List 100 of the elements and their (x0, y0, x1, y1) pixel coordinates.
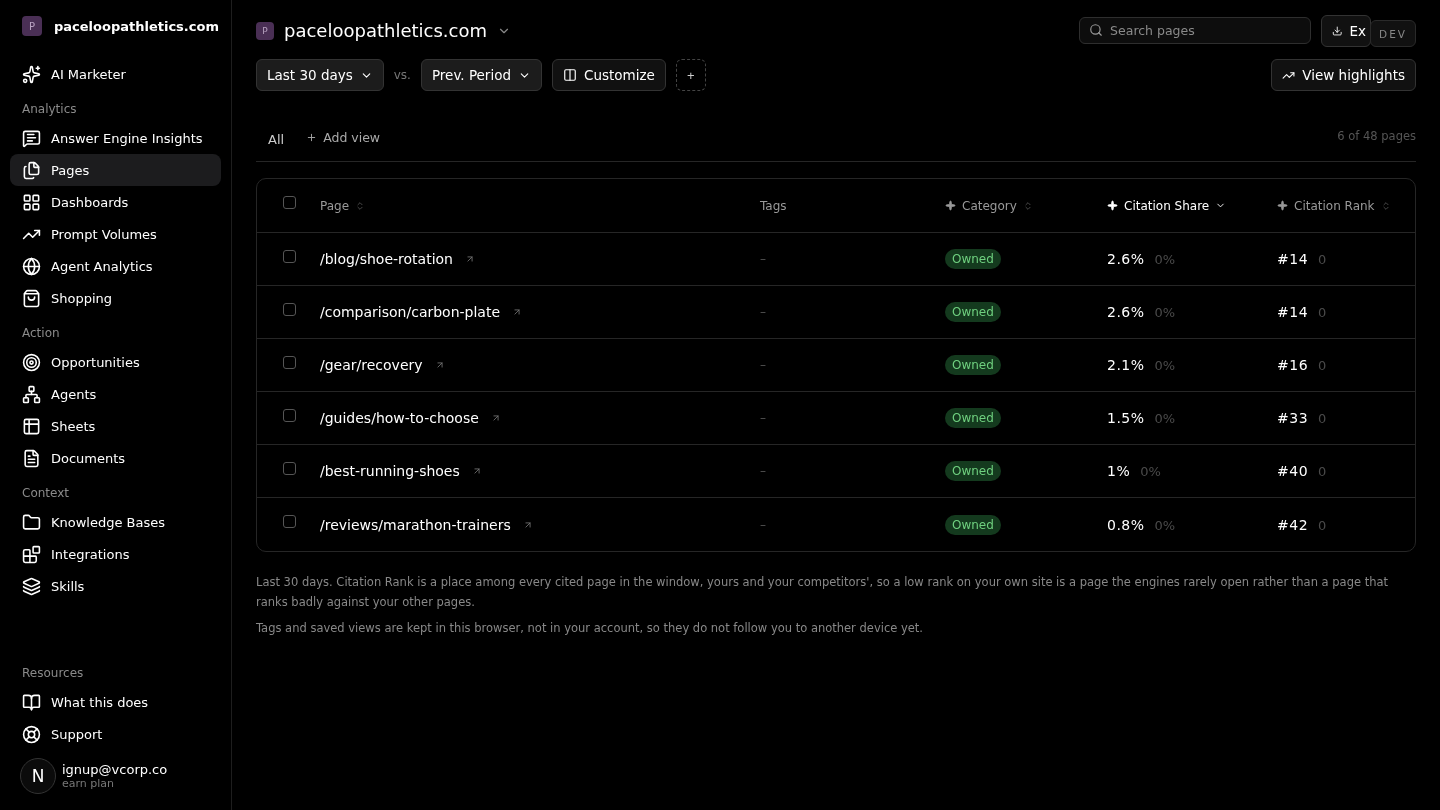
nav-item[interactable]: What this does (10, 686, 221, 718)
section-title: Context (21, 486, 70, 500)
rank-change: 0 (1318, 464, 1327, 479)
nav-item[interactable]: Integrations (10, 538, 221, 570)
files-icon (22, 160, 41, 180)
page-count: 6 of 48 pages (1337, 129, 1416, 143)
column-header[interactable]: Page (320, 198, 366, 213)
external-link-icon (464, 254, 475, 264)
citation-rank: #16 (1277, 357, 1309, 373)
row-checkbox[interactable] (283, 408, 296, 422)
plus-icon (306, 132, 318, 143)
row-checkbox[interactable] (283, 249, 296, 263)
export-button[interactable]: Ex (1321, 14, 1372, 47)
row-checkbox[interactable] (283, 302, 296, 316)
nav-item[interactable]: Shopping (10, 282, 221, 314)
columns-icon (563, 68, 577, 82)
nav-item[interactable]: Knowledge Bases (10, 506, 221, 538)
citation-share: 1% (1107, 463, 1131, 479)
document-icon (22, 448, 41, 468)
nav-item[interactable]: Agents (10, 378, 221, 410)
search-icon (1089, 23, 1104, 37)
tags-cell: – (760, 252, 766, 266)
nav-item[interactable]: Opportunities (10, 346, 221, 378)
add-view-button[interactable]: Add view (306, 130, 381, 145)
column-header[interactable]: Tags (760, 198, 787, 213)
column-header[interactable]: Citation Rank (1277, 198, 1391, 213)
period-dropdown[interactable]: Last 30 days (256, 59, 384, 91)
sort-icon (1022, 200, 1033, 211)
share-change: 0% (1154, 411, 1176, 426)
compare-dropdown[interactable]: Prev. Period (420, 59, 542, 91)
share-change: 0% (1154, 358, 1176, 373)
vs-label: vs. (393, 68, 411, 82)
sparkle-icon (1107, 200, 1118, 211)
page-link[interactable]: /guides/how-to-choose (320, 410, 501, 426)
tags-cell: – (760, 411, 766, 425)
row-checkbox[interactable] (283, 461, 296, 475)
table-icon (22, 416, 41, 436)
nav-item[interactable]: Answer Engine Insights (10, 122, 221, 154)
sort-icon (355, 200, 366, 211)
site-name[interactable]: paceloopathletics.com (284, 20, 487, 41)
share-change: 0% (1154, 517, 1176, 533)
sparkle-icon (1277, 200, 1288, 211)
section-title: Resources (21, 666, 85, 680)
rank-change: 0 (1318, 305, 1327, 320)
dev-badge[interactable]: DEV (1370, 20, 1416, 47)
row-checkbox[interactable] (283, 515, 296, 528)
share-change: 0% (1140, 464, 1161, 479)
workspace-name[interactable]: paceloopathletics.com (54, 18, 219, 34)
view-tab[interactable]: All (268, 132, 285, 147)
page-link[interactable]: /reviews/marathon-trainers (320, 516, 533, 533)
nav-item[interactable]: Skills (10, 570, 221, 602)
nav-item[interactable]: Support (10, 718, 221, 750)
rank-change: 0 (1318, 252, 1327, 267)
select-all-checkbox[interactable] (283, 196, 296, 209)
category-tag: Owned (945, 514, 1001, 535)
chat-icon (22, 128, 41, 148)
sparkles-icon (22, 64, 41, 84)
citation-share: 2.6% (1107, 304, 1145, 320)
sort-icon (1380, 200, 1391, 211)
customize-button[interactable]: Customize (552, 59, 666, 91)
category-tag: Owned (945, 249, 1001, 269)
target-icon (22, 352, 41, 372)
page-link[interactable]: /blog/shoe-rotation (320, 251, 475, 267)
nav-item[interactable]: Pages (10, 154, 221, 186)
grid-icon (22, 192, 41, 212)
avatar[interactable]: N (20, 758, 56, 794)
citation-rank: #14 (1277, 304, 1309, 320)
page-link[interactable]: /gear/recovery (320, 357, 445, 373)
highlights-button[interactable]: View highlights (1271, 59, 1416, 91)
nav-item[interactable]: Sheets (10, 410, 221, 442)
category-tag: Owned (945, 302, 1001, 322)
nav-item[interactable]: Agent Analytics (10, 250, 221, 282)
footnote: Last 30 days. Citation Rank is a place among every cited page in the window, yours and your competitors', so a low rank on your own site is a page the engines rarely open rather than a page that ranks badly against your other pages. (256, 574, 1390, 611)
folder-icon (22, 512, 41, 532)
lifebuoy-icon (22, 724, 41, 744)
page-link[interactable]: /best-running-shoes (320, 463, 482, 479)
tags-cell: – (760, 305, 766, 319)
nav-item[interactable]: Dashboards (10, 186, 221, 218)
row-checkbox[interactable] (283, 355, 296, 369)
column-header[interactable]: Category (945, 198, 1033, 213)
share-change: 0% (1154, 305, 1176, 320)
nav-item[interactable]: Prompt Volumes (10, 218, 221, 250)
nav-item[interactable]: Documents (10, 442, 221, 474)
sparkle-icon (945, 200, 956, 211)
add-button[interactable]: + (675, 59, 706, 91)
tags-cell: – (760, 517, 766, 532)
bag-icon (22, 288, 41, 308)
layers-icon (22, 576, 41, 596)
share-change: 0% (1154, 252, 1176, 267)
book-icon (22, 692, 41, 712)
nav-item[interactable]: AI Marketer (10, 58, 221, 90)
user-email: ignup@vcorp.co (62, 762, 168, 777)
external-link-icon (490, 413, 501, 423)
citation-rank: #40 (1277, 463, 1309, 479)
external-link-icon (434, 360, 445, 370)
citation-share: 2.1% (1107, 357, 1145, 373)
page-link[interactable]: /comparison/carbon-plate (320, 304, 523, 320)
column-header[interactable]: Citation Share (1107, 198, 1227, 213)
search-field[interactable]: Search pages (1079, 17, 1312, 44)
external-link-icon (471, 466, 482, 476)
